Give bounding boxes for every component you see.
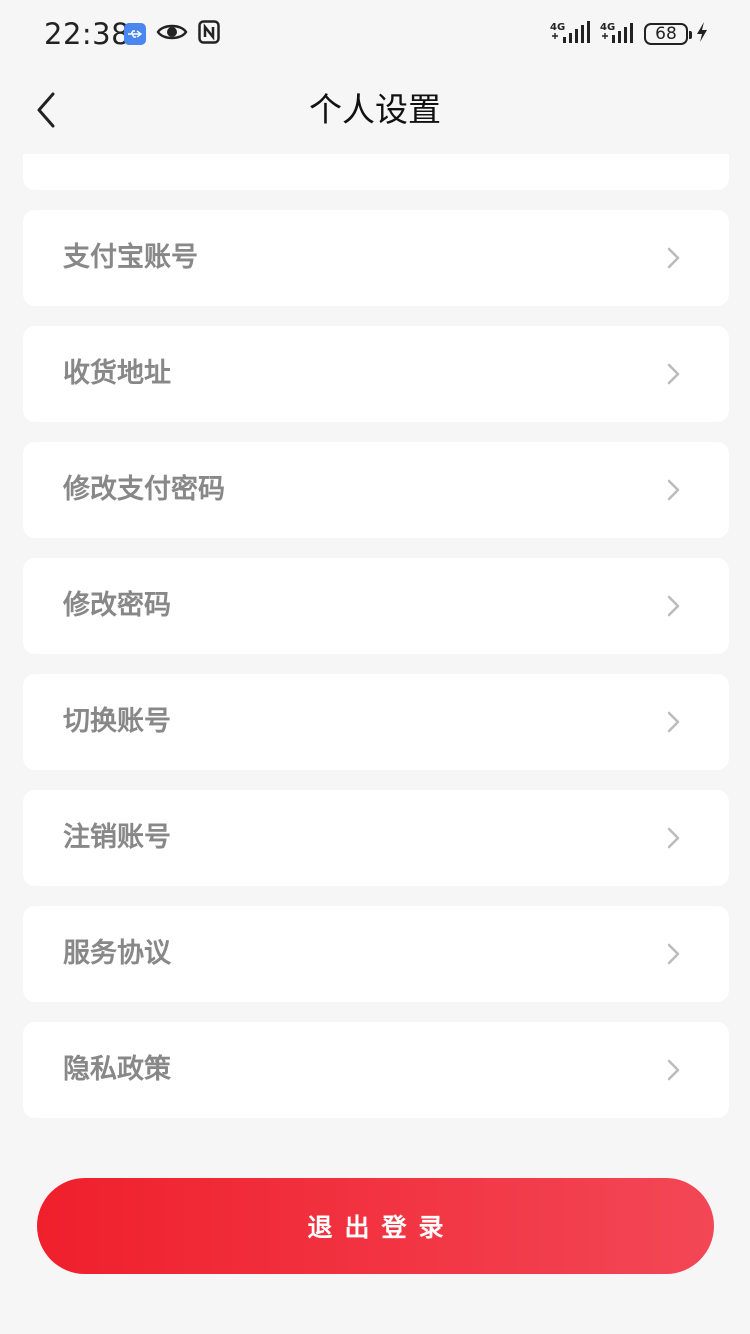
menu-item-label: 修改密码 — [63, 590, 171, 621]
usb-icon — [124, 23, 146, 45]
status-icons-right: 4G 4G 68 — [550, 19, 708, 49]
menu-item-label: 切换账号 — [63, 706, 171, 737]
menu-item-shipping-address[interactable]: 收货地址 — [23, 326, 729, 422]
menu-item-delete-account[interactable]: 注销账号 — [23, 790, 729, 886]
menu-item-label: 支付宝账号 — [63, 242, 198, 273]
battery-level: 68 — [655, 24, 677, 44]
chevron-right-icon — [667, 711, 680, 733]
chevron-right-icon — [667, 595, 680, 617]
partial-menu-item[interactable] — [23, 154, 729, 190]
eye-icon — [156, 21, 188, 47]
charging-icon — [696, 21, 708, 47]
network-label-1: 4G — [550, 22, 565, 33]
page-title: 个人设置 — [309, 90, 441, 129]
signal-icon: 4G — [550, 20, 592, 48]
status-bar: 22:38 4G 4G 68 — [0, 0, 750, 68]
status-time: 22:38 — [44, 17, 131, 51]
logout-label: 退出登录 — [307, 1213, 456, 1242]
signal-icon: 4G — [600, 20, 636, 48]
menu-item-label: 收货地址 — [63, 358, 171, 389]
menu-item-change-password[interactable]: 修改密码 — [23, 558, 729, 654]
chevron-right-icon — [667, 943, 680, 965]
chevron-right-icon — [667, 479, 680, 501]
settings-menu-list: 支付宝账号 收货地址 修改支付密码 修改密码 切换账号 注销账号 服务协议 隐私… — [23, 210, 729, 1138]
menu-item-label: 服务协议 — [63, 938, 171, 969]
nav-bar: 个人设置 — [0, 70, 750, 150]
chevron-right-icon — [667, 827, 680, 849]
network-label-2: 4G — [600, 22, 615, 33]
menu-item-switch-account[interactable]: 切换账号 — [23, 674, 729, 770]
menu-item-label: 注销账号 — [63, 822, 171, 853]
chevron-right-icon — [667, 1059, 680, 1081]
menu-item-privacy-policy[interactable]: 隐私政策 — [23, 1022, 729, 1118]
menu-item-change-payment-password[interactable]: 修改支付密码 — [23, 442, 729, 538]
status-icons-left — [124, 19, 220, 49]
menu-item-label: 修改支付密码 — [63, 474, 225, 505]
menu-item-alipay-account[interactable]: 支付宝账号 — [23, 210, 729, 306]
menu-item-service-agreement[interactable]: 服务协议 — [23, 906, 729, 1002]
nfc-icon — [198, 20, 220, 48]
battery-icon: 68 — [644, 23, 692, 45]
logout-button[interactable]: 退出登录 — [37, 1178, 714, 1274]
chevron-right-icon — [667, 247, 680, 269]
chevron-right-icon — [667, 363, 680, 385]
menu-item-label: 隐私政策 — [63, 1054, 171, 1085]
